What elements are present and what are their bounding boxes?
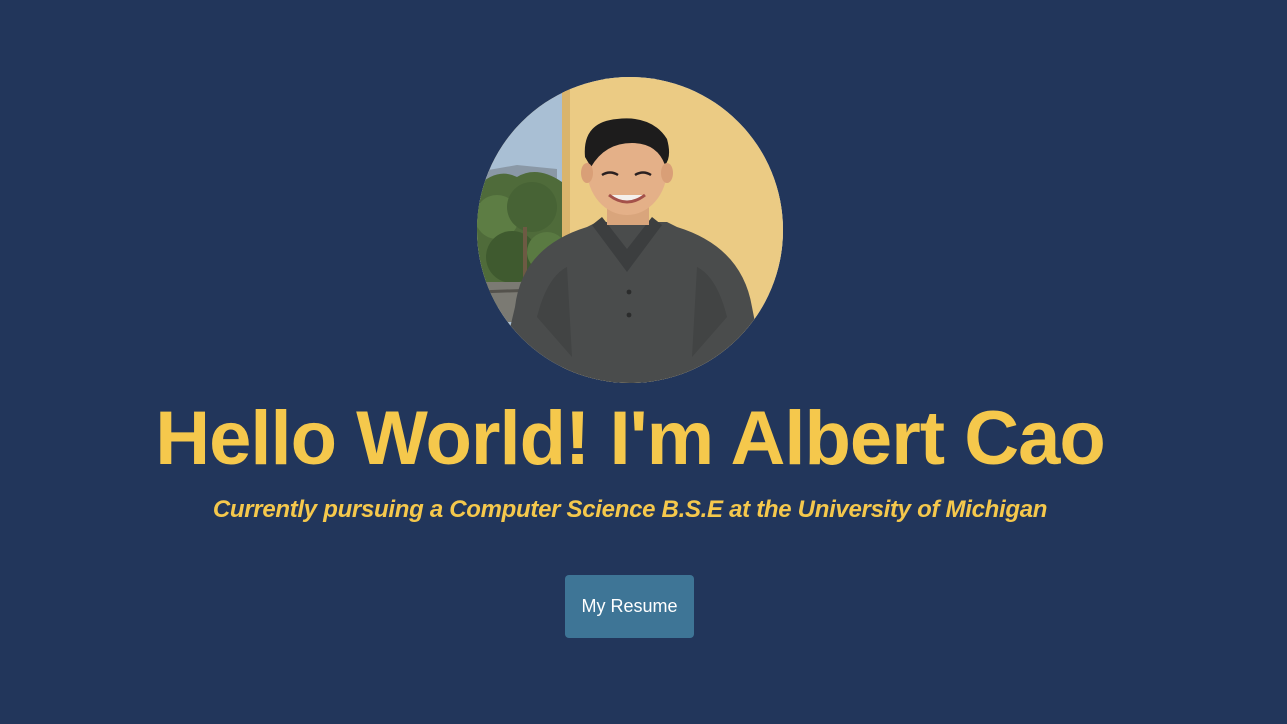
profile-photo: [477, 77, 783, 383]
my-resume-button[interactable]: My Resume: [565, 575, 694, 638]
profile-photo-image: [477, 77, 783, 383]
page-title: Hello World! I'm Albert Cao: [155, 396, 1106, 481]
page-subtitle: Currently pursuing a Computer Science B.…: [212, 496, 1048, 523]
hero-section: Hello World! I'm Albert Cao Currently pu…: [0, 0, 1287, 724]
